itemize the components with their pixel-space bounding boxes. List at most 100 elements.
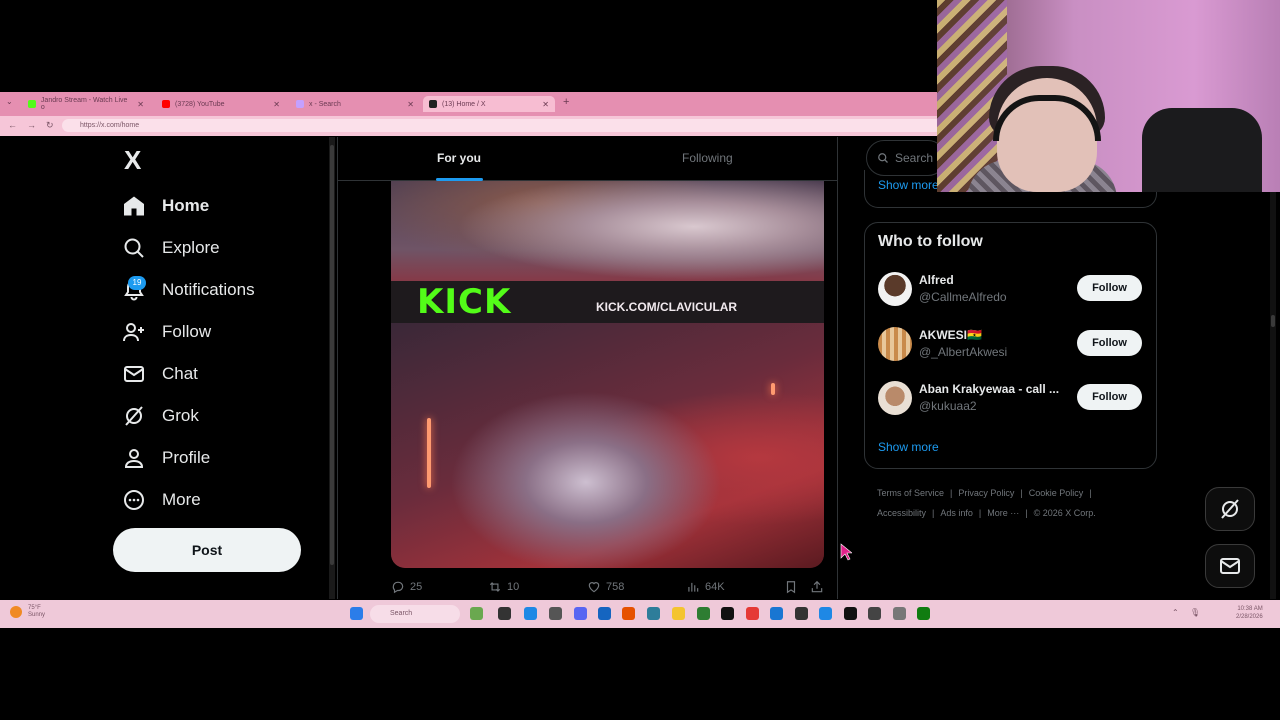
mouse-cursor-icon	[840, 543, 852, 561]
grok-floating-button[interactable]	[1205, 487, 1255, 531]
tab-label: (13) Home / X	[442, 100, 486, 108]
follow-button[interactable]: Follow	[1077, 275, 1142, 301]
footer-links: Terms of Service | Privacy Policy | Cookie…	[877, 488, 1092, 498]
account-name[interactable]: AKWESI🇬🇭	[919, 328, 982, 342]
close-tab-icon[interactable]: ✕	[407, 100, 414, 109]
repost-button[interactable]: 10	[488, 580, 519, 594]
nav-profile-label: Profile	[162, 448, 211, 467]
nav-more-label: More	[162, 490, 201, 509]
forward-arrow-icon[interactable]: →	[27, 120, 36, 130]
follow-button[interactable]: Follow	[1077, 330, 1142, 356]
close-tab-icon[interactable]: ✕	[137, 100, 144, 109]
weather-widget[interactable]: 75°F Sunny	[10, 605, 45, 619]
messages-floating-button[interactable]	[1205, 544, 1255, 588]
reload-icon[interactable]: ↻	[46, 120, 54, 131]
webcam-chair	[1142, 108, 1262, 192]
avatar[interactable]	[878, 327, 912, 361]
new-tab-button[interactable]: +	[563, 96, 569, 108]
tiktok-icon[interactable]	[721, 607, 734, 620]
avatar[interactable]	[878, 272, 912, 306]
copyright: © 2026 X Corp.	[1033, 508, 1096, 518]
settings-gear-icon[interactable]	[893, 607, 906, 620]
close-tab-icon[interactable]: ✕	[273, 100, 280, 109]
avatar[interactable]	[878, 381, 912, 415]
messenger-icon[interactable]	[770, 607, 783, 620]
tab-x-search[interactable]: x - Search ✕	[290, 96, 420, 112]
nav-more[interactable]: More	[122, 483, 201, 517]
account-handle: @kukuaa2	[919, 399, 977, 413]
privacy-link[interactable]: Privacy Policy	[958, 488, 1014, 498]
page-scrollbar[interactable]	[1270, 137, 1276, 599]
discord-icon[interactable]	[574, 607, 587, 620]
taskbar-clock[interactable]: 10:38 AM 2/28/2026	[1236, 605, 1263, 621]
nav-chat[interactable]: Chat	[122, 357, 198, 391]
taskbar-app-icon[interactable]	[549, 607, 562, 620]
left-scrollbar[interactable]	[329, 137, 335, 599]
tab-for-you[interactable]: For you	[437, 151, 481, 165]
tab-following[interactable]: Following	[682, 151, 733, 165]
search-placeholder: Search	[895, 151, 934, 165]
follow-suggestion[interactable]: Alfred @CallmeAlfredo Follow	[878, 272, 1148, 308]
footer-more-link[interactable]: More ···	[987, 508, 1019, 518]
share-button[interactable]	[810, 580, 824, 594]
taskbar-app-icon[interactable]	[844, 607, 857, 620]
taskbar-app-icon[interactable]	[598, 607, 611, 620]
obs-icon[interactable]	[868, 607, 881, 620]
capcut-icon[interactable]	[795, 607, 808, 620]
like-button[interactable]: 758	[587, 580, 624, 594]
taskbar-app-icon[interactable]	[470, 607, 483, 620]
tab-list-chevron-icon[interactable]: ⌄	[6, 97, 13, 106]
post-media-video[interactable]: KICK KICK.COM/CLAVICULAR	[391, 181, 824, 568]
ads-info-link[interactable]: Ads info	[940, 508, 973, 518]
tab-label: x - Search	[309, 100, 341, 108]
cookie-link[interactable]: Cookie Policy	[1029, 488, 1084, 498]
nav-follow[interactable]: Follow	[122, 315, 211, 349]
account-name[interactable]: Aban Krakyewaa - call ...	[919, 382, 1059, 396]
firefox-icon[interactable]	[622, 607, 635, 620]
terms-link[interactable]: Terms of Service	[877, 488, 944, 498]
nav-profile[interactable]: Profile	[122, 441, 210, 475]
edge-icon[interactable]	[524, 607, 537, 620]
system-tray-chevron-icon[interactable]: ⌃	[1172, 608, 1179, 617]
close-tab-icon[interactable]: ✕	[542, 100, 549, 109]
file-explorer-icon[interactable]	[672, 607, 685, 620]
x-logo-icon[interactable]: X	[124, 145, 141, 176]
nav-grok-label: Grok	[162, 406, 199, 425]
views-button[interactable]: 64K	[686, 580, 725, 594]
nav-grok[interactable]: Grok	[122, 399, 199, 433]
taskbar-app-icon[interactable]	[697, 607, 710, 620]
person-icon	[124, 449, 144, 468]
post-button[interactable]: Post	[113, 528, 301, 572]
url-input[interactable]: https://x.com/home	[62, 119, 942, 132]
follow-suggestion[interactable]: Aban Krakyewaa - call ... @kukuaa2 Follo…	[878, 381, 1148, 417]
taskbar-app-icon[interactable]	[647, 607, 660, 620]
reply-button[interactable]: 25	[391, 580, 422, 594]
show-more-trends-link[interactable]: Show more	[878, 178, 939, 192]
accessibility-link[interactable]: Accessibility	[877, 508, 926, 518]
account-name[interactable]: Alfred	[919, 273, 954, 287]
tab-x-home[interactable]: (13) Home / X ✕	[423, 96, 555, 112]
task-view-icon[interactable]	[498, 607, 511, 620]
taskbar-search[interactable]: Search	[370, 605, 460, 623]
show-more-follow-link[interactable]: Show more	[878, 440, 939, 454]
grok-icon	[125, 406, 143, 426]
windows-start-icon[interactable]	[350, 607, 363, 620]
nav-explore[interactable]: Explore	[122, 231, 220, 265]
weather-desc: Sunny	[28, 612, 46, 618]
xbox-icon[interactable]	[917, 607, 930, 620]
clock-time: 10:38 AM	[1237, 606, 1263, 612]
microphone-icon[interactable]: 🎙	[1190, 608, 1200, 617]
video-frame-top	[391, 181, 824, 295]
follow-button[interactable]: Follow	[1077, 384, 1142, 410]
tab-jandro-stream[interactable]: Jandro Stream - Watch Live o ✕	[22, 96, 150, 112]
follow-suggestion[interactable]: AKWESI🇬🇭 @_AlbertAkwesi Follow	[878, 327, 1148, 363]
taskbar-app-icon[interactable]	[819, 607, 832, 620]
stage-light	[427, 418, 431, 488]
opera-icon[interactable]	[746, 607, 759, 620]
back-arrow-icon[interactable]: ←	[8, 120, 17, 130]
nav-home[interactable]: Home	[122, 189, 209, 223]
tab-youtube[interactable]: (3728) YouTube ✕	[156, 96, 286, 112]
kick-channel-url: KICK.COM/CLAVICULAR	[596, 300, 738, 314]
tab-label: Jandro Stream - Watch Live o	[40, 97, 128, 111]
bookmark-button[interactable]	[784, 580, 798, 594]
